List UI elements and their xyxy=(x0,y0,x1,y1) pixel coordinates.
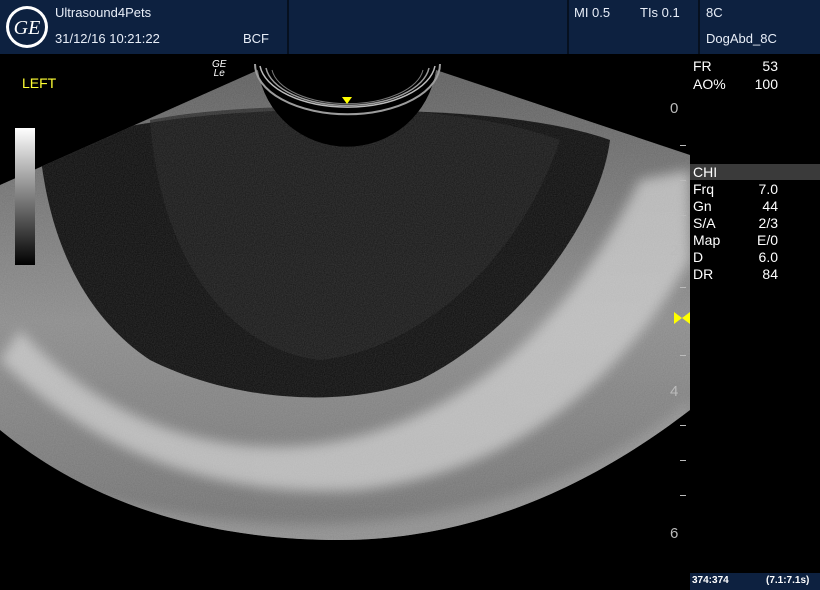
exam-datetime: 31/12/16 10:21:22 xyxy=(55,31,160,46)
depth-tick xyxy=(680,145,686,146)
mechanical-index: MI 0.5 xyxy=(574,5,611,20)
depth-label: 6 xyxy=(670,525,679,542)
param-key: D xyxy=(693,249,704,265)
param-key: S/A xyxy=(693,215,716,231)
header-divider xyxy=(698,0,700,54)
param-key: Map xyxy=(693,232,721,248)
depth-tick xyxy=(680,215,686,216)
orientation-label: LEFT xyxy=(22,75,57,91)
depth-tick xyxy=(680,180,686,181)
param-value: 100 xyxy=(754,76,778,92)
param-key: AO% xyxy=(693,76,726,92)
param-value: 7.0 xyxy=(758,181,778,197)
thermal-index: TIs 0.1 xyxy=(640,5,680,20)
focus-zone-icon xyxy=(674,312,690,324)
small-logo-text: Le xyxy=(213,68,225,79)
svg-text:GE: GE xyxy=(14,17,41,39)
ge-logo-icon: GE xyxy=(6,6,48,48)
header-bar: GE Ultrasound4Pets 31/12/16 10:21:22 BCF… xyxy=(0,0,820,54)
param-key: DR xyxy=(693,266,714,282)
param-key: FR xyxy=(693,58,712,74)
param-value: 44 xyxy=(762,198,778,214)
depth-tick xyxy=(680,355,686,356)
depth-tick xyxy=(680,495,686,496)
param-value: E/0 xyxy=(756,232,778,248)
operator-initials: BCF xyxy=(243,31,269,46)
imaging-mode: CHI xyxy=(693,164,718,180)
exam-preset: DogAbd_8C xyxy=(706,31,777,46)
header-divider xyxy=(567,0,569,54)
param-key: Gn xyxy=(693,198,712,214)
ge-small-logo: GE Le xyxy=(212,60,226,79)
depth-label: 0 xyxy=(670,100,679,117)
param-value: 53 xyxy=(762,58,778,74)
param-value: 6.0 xyxy=(758,249,778,265)
cine-time: (7.1:7.1s) xyxy=(766,575,810,586)
header-divider xyxy=(287,0,289,54)
parameter-panel: FR 53 AO% 100 CHI Frq 7.0 Gn 44 S/A 2/3 … xyxy=(690,54,820,590)
depth-label: 4 xyxy=(670,383,679,400)
param-key: Frq xyxy=(693,181,714,197)
depth-tick xyxy=(680,425,686,426)
depth-tick xyxy=(680,460,686,461)
ultrasound-image xyxy=(0,54,690,540)
param-value: 2/3 xyxy=(758,215,778,231)
depth-label: 2 xyxy=(670,242,679,259)
grayscale-bar xyxy=(15,128,35,265)
cine-frame-counter: 374:374 xyxy=(692,575,729,586)
param-value: 84 xyxy=(762,266,778,282)
clinic-name: Ultrasound4Pets xyxy=(55,5,152,20)
probe-name: 8C xyxy=(706,5,723,20)
depth-tick xyxy=(680,287,686,288)
